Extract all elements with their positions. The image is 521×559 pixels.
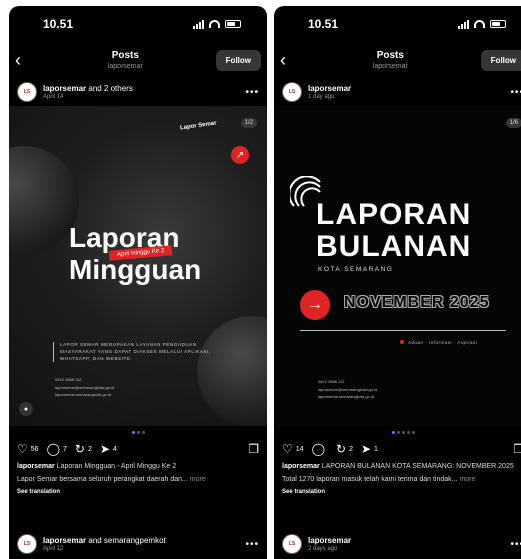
status-time: 10.51 bbox=[43, 17, 74, 31]
post-coauthors[interactable]: and 2 others bbox=[86, 84, 132, 93]
slide-month: NOVEMBER 2025 bbox=[344, 294, 490, 311]
wifi-icon bbox=[209, 20, 220, 28]
carousel-dots bbox=[274, 426, 521, 438]
send-icon: ➤ bbox=[99, 442, 110, 456]
back-arrow-icon[interactable]: ‹ bbox=[280, 50, 300, 71]
arrow-right-icon: → bbox=[300, 290, 330, 320]
next-post-header: LS laporsemar 2 days ago ••• bbox=[274, 529, 521, 559]
slide-counter: 1/2 bbox=[240, 118, 257, 128]
page-subtitle: laporsemar bbox=[107, 63, 143, 70]
heart-icon: ♡ bbox=[282, 442, 293, 456]
post-header: LS laporsemar 1 day ago ••• bbox=[274, 78, 521, 106]
bookmark-icon[interactable]: ❐ bbox=[513, 443, 521, 455]
page-title: Posts bbox=[111, 50, 139, 61]
slide-contacts: 0812 2888 112 laporsemar@semarangkota.go… bbox=[55, 377, 115, 398]
share-button[interactable]: ➤ 4 bbox=[100, 443, 117, 455]
caption-author[interactable]: laporsemar bbox=[282, 463, 320, 470]
avatar[interactable]: LS bbox=[282, 534, 302, 554]
slide-city: KOTA SEMARANG bbox=[318, 266, 394, 273]
battery-icon bbox=[225, 20, 241, 28]
nav-bar: ‹ Posts laporsemar Follow bbox=[274, 42, 521, 78]
status-time: 10.51 bbox=[308, 17, 339, 31]
post-image[interactable]: Lapor Semar 1/2 ↗ Laporan April minggu K… bbox=[9, 106, 267, 426]
decor-sphere bbox=[197, 316, 267, 426]
avatar[interactable]: LS bbox=[282, 82, 302, 102]
post-caption: laporsemar Laporan Mingguan - April Ming… bbox=[17, 463, 177, 470]
comment-icon: ◯ bbox=[311, 442, 325, 456]
right-screenshot: 10.51 ‹ Posts laporsemar Follow LS lapor… bbox=[274, 6, 521, 559]
more-link[interactable]: more bbox=[188, 476, 206, 483]
signal-icon bbox=[458, 19, 469, 29]
status-bar: 10.51 bbox=[9, 6, 267, 42]
caption-author[interactable]: laporsemar bbox=[17, 463, 55, 470]
slide-tagline: Aduan · Informasi · Aspirasi bbox=[408, 340, 478, 345]
repost-button[interactable]: ↻ 2 bbox=[336, 443, 353, 455]
post-author[interactable]: laporsemar bbox=[43, 84, 86, 93]
send-icon: ➤ bbox=[360, 442, 372, 456]
slide-description: Lapor Semar merupakan layanan pengaduan … bbox=[53, 342, 223, 363]
post-actions: ♡ 14 ◯ ↻ 2 ➤ 1 ❐ bbox=[274, 438, 521, 460]
heart-icon: ♡ bbox=[17, 442, 28, 456]
slide-title-2: BULANAN bbox=[316, 230, 472, 263]
slide-counter: 1/6 bbox=[505, 118, 521, 128]
arrow-icon: ↗ bbox=[231, 146, 249, 164]
slide-title-2: Mingguan bbox=[69, 254, 202, 285]
tagged-users-icon[interactable]: ● bbox=[19, 402, 33, 416]
more-link[interactable]: more bbox=[458, 476, 475, 483]
comment-button[interactable]: ◯ bbox=[312, 443, 328, 455]
status-bar: 10.51 bbox=[274, 6, 521, 42]
follow-button[interactable]: Follow bbox=[480, 49, 521, 71]
signal-icon bbox=[193, 19, 204, 29]
share-button[interactable]: ➤ 1 bbox=[361, 443, 378, 455]
comment-button[interactable]: ◯ 7 bbox=[47, 443, 67, 455]
repost-icon: ↻ bbox=[336, 442, 347, 456]
more-options-icon[interactable]: ••• bbox=[245, 87, 259, 98]
like-button[interactable]: ♡ 14 bbox=[282, 443, 304, 455]
brand-logo: Lapor Semar bbox=[180, 120, 218, 132]
caption-body: Total 1270 laporan masuk telah kami teri… bbox=[282, 476, 476, 484]
next-post-header: LS laporsemar and semarangpemkot April 1… bbox=[9, 529, 267, 559]
battery-icon bbox=[490, 20, 506, 28]
more-options-icon[interactable]: ••• bbox=[245, 539, 259, 550]
more-options-icon[interactable]: ••• bbox=[510, 87, 521, 98]
page-title: Posts bbox=[376, 50, 404, 61]
post-actions: ♡ 56 ◯ 7 ↻ 2 ➤ 4 ❐ bbox=[9, 438, 267, 460]
carousel-dots bbox=[9, 426, 267, 438]
caption-body: Lapor Semar bersama seluruh perangkat da… bbox=[17, 476, 206, 484]
page-subtitle: laporsemar bbox=[372, 63, 408, 70]
see-translation-link[interactable]: See translation bbox=[9, 487, 267, 497]
see-translation-link[interactable]: See translation bbox=[274, 487, 521, 497]
comment-icon: ◯ bbox=[46, 442, 60, 456]
post-time: 1 day ago bbox=[308, 94, 335, 100]
repost-button[interactable]: ↻ 2 bbox=[75, 443, 92, 455]
repost-icon: ↻ bbox=[74, 442, 85, 456]
wifi-icon bbox=[474, 20, 485, 28]
follow-button[interactable]: Follow bbox=[215, 49, 261, 71]
bookmark-icon[interactable]: ❐ bbox=[248, 443, 259, 455]
post-header: LS laporsemar and 2 others April 14 ••• bbox=[9, 78, 267, 106]
like-button[interactable]: ♡ 56 bbox=[17, 443, 39, 455]
more-options-icon[interactable]: ••• bbox=[510, 539, 521, 550]
divider bbox=[300, 330, 506, 331]
bullet-dot bbox=[400, 340, 404, 344]
left-screenshot: 10.51 ‹ Posts laporsemar Follow LS lapor… bbox=[9, 6, 267, 559]
back-arrow-icon[interactable]: ‹ bbox=[15, 50, 35, 71]
post-caption: laporsemar LAPORAN BULANAN KOTA SEMARANG… bbox=[282, 463, 514, 470]
nav-bar: ‹ Posts laporsemar Follow bbox=[9, 42, 267, 78]
post-author[interactable]: laporsemar bbox=[308, 84, 351, 93]
post-image[interactable]: 1/6 LAPORAN BULANAN KOTA SEMARANG → NOVE… bbox=[274, 106, 521, 426]
slide-contacts: 0812 2888 112 laporsemar@semarangkota.go… bbox=[318, 379, 378, 400]
slide-title-1: LAPORAN bbox=[316, 198, 472, 231]
avatar[interactable]: LS bbox=[17, 534, 37, 554]
post-time: April 14 bbox=[43, 94, 64, 100]
avatar[interactable]: LS bbox=[17, 82, 37, 102]
